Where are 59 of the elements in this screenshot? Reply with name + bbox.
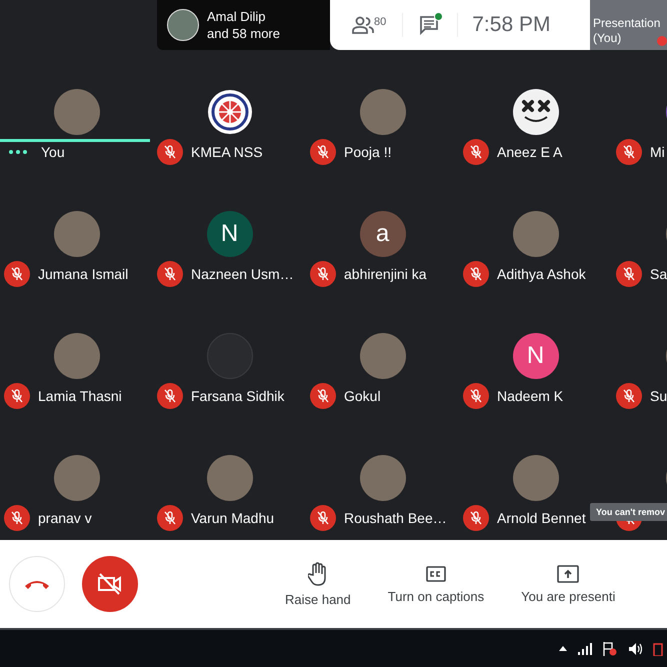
participant-name: Farsana Sidhik: [191, 388, 284, 404]
presentation-label: Presentation: [593, 16, 662, 31]
tooltip: You can't remov: [590, 503, 667, 521]
participant-name: pranav v: [38, 510, 92, 526]
avatar-initial: a: [360, 211, 406, 257]
speaker-icon[interactable]: [628, 642, 642, 656]
avatar-photo-placeholder: [206, 455, 252, 501]
photo-placeholder: [167, 9, 199, 41]
participant-name: Adithya Ashok: [497, 266, 586, 282]
participant-name: Gokul: [344, 388, 381, 404]
people-icon: [352, 16, 374, 34]
hand-button[interactable]: Raise hand: [285, 562, 351, 606]
present-screen-icon: [557, 564, 580, 582]
participant-name: Roushath Bee…: [344, 510, 447, 526]
participant-name: You: [41, 144, 65, 160]
avatar-photo-placeholder: [512, 455, 558, 501]
avatar-initial: N: [512, 333, 558, 379]
avatar-photo-placeholder: [360, 333, 406, 379]
captions-icon: [426, 564, 446, 582]
camera-off-icon: [97, 572, 123, 596]
participant-name: Jumana Ismail: [38, 266, 128, 282]
avatar-photo-placeholder: [512, 211, 558, 257]
presentation-thumbnail[interactable]: Presentation (You): [590, 0, 667, 50]
avatar-photo-placeholder: [54, 455, 100, 501]
caret-up-icon[interactable]: [559, 646, 567, 651]
presentation-sublabel: (You): [593, 31, 622, 46]
participant-name: Sa: [650, 266, 667, 282]
participant-name: Aneez E A: [497, 144, 562, 160]
battery-icon[interactable]: [653, 642, 663, 656]
avatar-photo-placeholder: [54, 89, 100, 135]
avatar-initial: N: [206, 211, 252, 257]
avatar-photo-placeholder: [360, 455, 406, 501]
participant-name: Pooja !!: [344, 144, 392, 160]
present-button[interactable]: You are presenti: [521, 564, 616, 604]
avatar-photo-placeholder: [54, 333, 100, 379]
participant-name: Lamia Thasni: [38, 388, 122, 404]
avatar-photo-placeholder: [360, 89, 406, 135]
flag-icon[interactable]: [603, 642, 617, 656]
hand-icon: [308, 562, 328, 586]
participant-name: Nadeem K: [497, 388, 564, 404]
signal-icon[interactable]: [578, 642, 592, 654]
chat-button[interactable]: [417, 12, 444, 38]
logo-icon: [206, 89, 252, 135]
participant-name: Arnold Bennet: [497, 510, 586, 526]
participant-name: KMEA NSS: [191, 144, 263, 160]
participant-name: abhirenjini ka: [344, 266, 426, 282]
participant-name: Varun Madhu: [191, 510, 274, 526]
participant-name: Nazneen Usm…: [191, 266, 294, 282]
people-button[interactable]: 80: [350, 14, 388, 36]
avatar-circle: [206, 333, 252, 379]
mask-face-icon: [512, 89, 558, 135]
participant-name: Mi: [650, 144, 665, 160]
presenter-name: Amal Dilip: [207, 8, 267, 25]
presenter-more: and 58 more: [207, 25, 280, 42]
captions-button[interactable]: Turn on captions: [388, 564, 484, 604]
clock-time: 7:58 PM: [472, 13, 550, 37]
participant-name: Su: [650, 388, 667, 404]
phone-hangup-icon: [24, 579, 50, 589]
avatar-photo-placeholder: [54, 211, 100, 257]
